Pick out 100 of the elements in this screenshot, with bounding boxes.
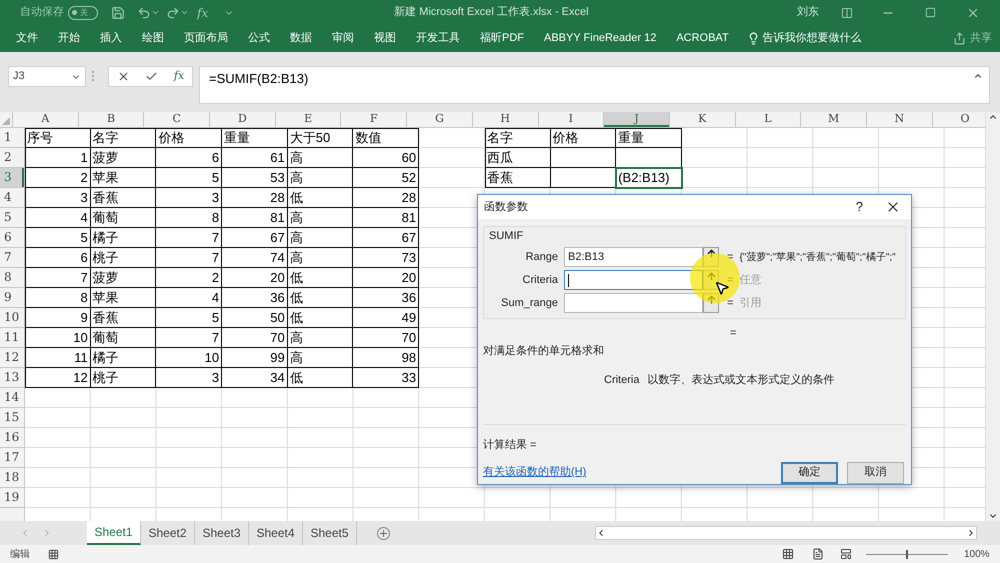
cancel-icon[interactable]	[116, 70, 130, 83]
page-break-icon[interactable]	[840, 548, 852, 560]
column-header[interactable]: B	[78, 112, 144, 127]
table-cell: 7	[156, 228, 222, 248]
undo-icon[interactable]	[137, 6, 151, 20]
table-cell: 6	[156, 148, 222, 168]
insert-function-button[interactable]: fx	[174, 68, 184, 85]
horizontal-scrollbar[interactable]	[595, 526, 977, 540]
column-header[interactable]: J	[604, 112, 670, 127]
ribbon-tab[interactable]: 审阅	[332, 30, 354, 47]
column-header[interactable]: E	[276, 112, 342, 127]
table-cell: 53	[222, 168, 288, 188]
add-sheet-icon[interactable]	[377, 526, 390, 540]
row-header[interactable]: 4	[0, 188, 24, 208]
column-header[interactable]: A	[13, 112, 79, 127]
redo-icon[interactable]	[166, 6, 180, 20]
table-cell: 98	[353, 348, 420, 368]
column-header[interactable]: N	[866, 112, 933, 127]
row-header[interactable]: 17	[0, 448, 24, 468]
table-cell: 4	[25, 208, 91, 228]
ribbon-tab[interactable]: 文件	[16, 30, 38, 47]
equals-sign: =	[727, 296, 734, 311]
table-cell: 葡萄	[90, 328, 156, 348]
table-cell: 70	[222, 328, 288, 348]
column-header[interactable]: C	[144, 112, 210, 127]
ribbon-tab[interactable]: 绘图	[142, 30, 164, 47]
table-cell: 低	[288, 188, 354, 208]
row-header[interactable]: 5	[0, 208, 24, 228]
ribbon-tab[interactable]: 插入	[100, 30, 122, 47]
table-cell: 7	[156, 328, 222, 348]
row-header[interactable]: 18	[0, 468, 24, 488]
help-link[interactable]: 有关该函数的帮助(H)	[483, 464, 781, 481]
ribbon-tab[interactable]: 开始	[58, 30, 80, 47]
row-header[interactable]: 19	[0, 488, 24, 508]
normal-view-icon[interactable]	[782, 548, 794, 560]
row-header[interactable]: 6	[0, 228, 24, 248]
maximize-icon[interactable]	[925, 7, 936, 18]
share-icon[interactable]	[953, 32, 966, 45]
column-header[interactable]: L	[736, 112, 802, 127]
column-header[interactable]: M	[801, 112, 867, 127]
ribbon-tab[interactable]: 数据	[290, 30, 312, 47]
row-header[interactable]: 9	[0, 288, 24, 308]
column-header[interactable]: G	[407, 112, 473, 127]
argument-field[interactable]: B2:B13	[564, 247, 703, 267]
table-cell: 12	[25, 368, 91, 388]
table-cell: 11	[25, 348, 91, 368]
argument-field[interactable]	[564, 293, 703, 313]
vertical-scrollbar[interactable]	[985, 112, 1000, 521]
table-cell: 1	[25, 148, 91, 168]
ribbon-tab[interactable]: 视图	[374, 30, 396, 47]
table-cell: 50	[222, 308, 288, 328]
ribbon-tab[interactable]: 福昕PDF	[480, 30, 524, 47]
column-header[interactable]: F	[341, 112, 408, 127]
table-cell: 67	[353, 228, 420, 248]
table-cell: 5	[25, 228, 91, 248]
sheet-tab[interactable]: Sheet1	[87, 521, 141, 545]
ribbon-tab[interactable]: 开发工具	[416, 30, 460, 47]
equals-sign: =	[727, 272, 734, 288]
row-header[interactable]: 8	[0, 268, 24, 288]
table-cell: 高	[288, 148, 354, 168]
table-cell: 9	[25, 308, 91, 328]
dialog-button[interactable]: 取消	[847, 462, 904, 484]
row-header[interactable]: 15	[0, 408, 24, 428]
row-header[interactable]: 3	[0, 168, 24, 188]
ribbon-tab[interactable]: ABBYY FineReader 12	[544, 30, 656, 47]
row-header[interactable]: 11	[0, 328, 24, 348]
equals-sign: =	[727, 250, 734, 265]
ribbon-tab[interactable]: ACROBAT	[676, 30, 729, 47]
ribbon-display-icon[interactable]	[841, 6, 853, 18]
row-header[interactable]: 12	[0, 348, 24, 368]
table-cell: 28	[222, 188, 288, 208]
save-icon[interactable]	[111, 6, 125, 20]
column-header[interactable]: H	[472, 112, 538, 127]
column-header[interactable]: K	[670, 112, 736, 127]
ribbon-tab[interactable]: 页面布局	[184, 30, 228, 47]
page-layout-icon[interactable]	[812, 548, 824, 560]
row-header[interactable]: 16	[0, 428, 24, 448]
table-cell: 81	[222, 208, 288, 228]
row-header[interactable]: 1	[0, 128, 24, 148]
dialog-button[interactable]: 确定	[781, 462, 838, 484]
table-cell: 序号	[25, 128, 91, 148]
tell-me-field[interactable]: 告诉我你想要做什么	[762, 30, 862, 47]
argument-label: Sum_range	[500, 296, 559, 311]
row-header[interactable]: 14	[0, 388, 24, 408]
row-header[interactable]: 13	[0, 368, 24, 388]
table-cell: 2	[25, 168, 91, 188]
row-header[interactable]: 10	[0, 308, 24, 328]
formula-field[interactable]: =SUMIF(B2:B13)	[199, 66, 990, 104]
table-cell: 99	[222, 348, 288, 368]
ribbon-tab[interactable]: 公式	[248, 30, 270, 47]
table-cell: 5	[156, 308, 222, 328]
table-cell: 大于50	[288, 128, 354, 148]
table-cell: 67	[222, 228, 288, 248]
name-box[interactable]: J3	[8, 66, 86, 87]
table-cell: 低	[288, 308, 354, 328]
column-header[interactable]: D	[210, 112, 276, 127]
help-button[interactable]: ?	[848, 197, 871, 217]
table-cell: 低	[288, 288, 354, 308]
row-header[interactable]: 7	[0, 248, 24, 268]
table-cell: 36	[222, 288, 288, 308]
